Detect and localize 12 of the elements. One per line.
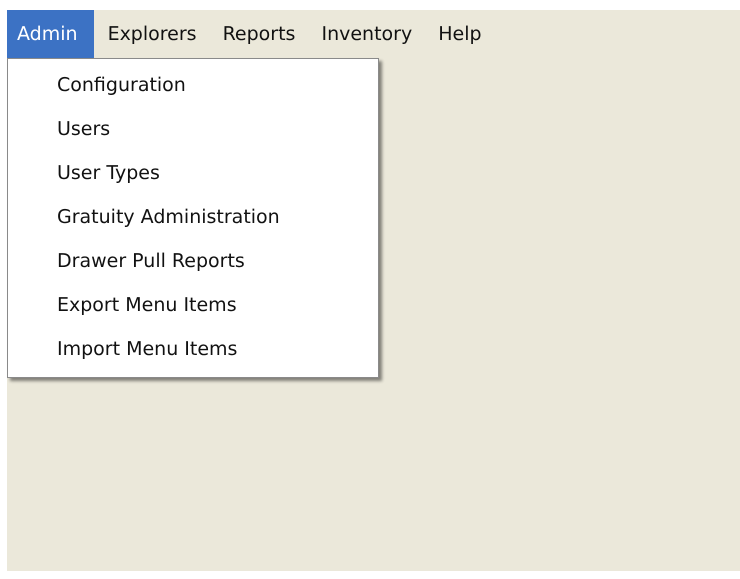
menu-item[interactable]: Inventory [309, 10, 424, 58]
dropdown-item[interactable]: Import Menu Items [8, 327, 378, 371]
menu-item[interactable]: Help [426, 10, 494, 58]
dropdown-item[interactable]: Configuration [8, 63, 378, 107]
menu-item[interactable]: Explorers [96, 10, 209, 58]
dropdown-item[interactable]: User Types [8, 151, 378, 195]
menu-item[interactable]: Admin [7, 10, 94, 58]
dropdown-item[interactable]: Gratuity Administration [8, 195, 378, 239]
dropdown-item[interactable]: Export Menu Items [8, 283, 378, 327]
dropdown-item[interactable]: Drawer Pull Reports [8, 239, 378, 283]
dropdown-item[interactable]: Users [8, 107, 378, 151]
menu-item[interactable]: Reports [210, 10, 308, 58]
